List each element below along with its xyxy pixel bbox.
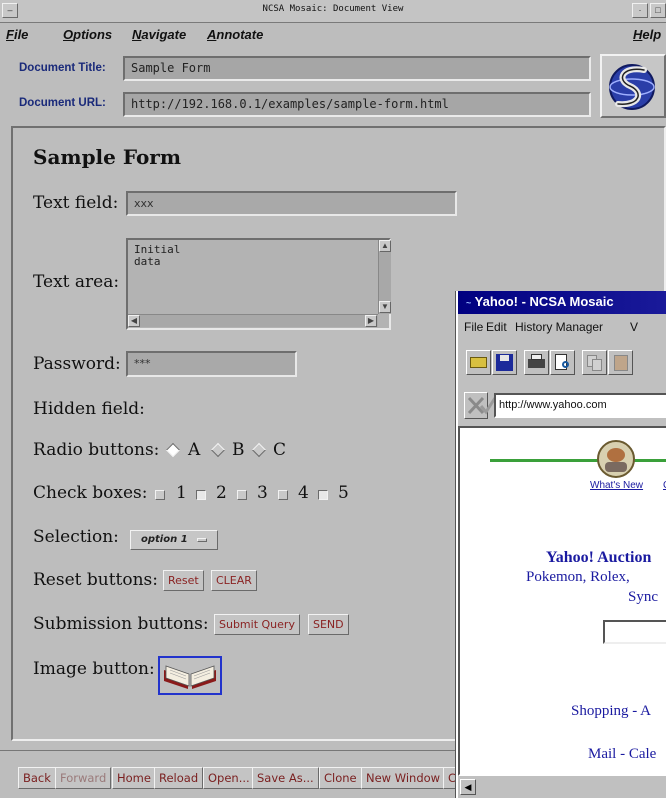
print-icon[interactable] — [524, 350, 549, 375]
document-url-label: Document URL: — [19, 97, 106, 109]
open-book-icon — [164, 665, 216, 689]
radio-a-label: A — [188, 440, 201, 460]
yahoo-horizontal-scrollbar[interactable]: ◀ — [458, 776, 666, 798]
green-rule-divider — [490, 459, 666, 462]
checkbox-2[interactable] — [196, 490, 206, 500]
clone-button[interactable]: Clone — [319, 767, 362, 789]
open-folder-icon[interactable] — [466, 350, 491, 375]
whats-new-link[interactable]: What's New — [590, 480, 643, 491]
checkbox-5-label: 5 — [338, 483, 349, 503]
yahoo-menu-file[interactable]: File — [464, 320, 483, 334]
minimize-button[interactable]: · — [632, 3, 648, 18]
checkbox-1[interactable] — [155, 490, 165, 500]
whats-new-icon[interactable] — [597, 440, 635, 478]
menu-file[interactable]: File — [6, 27, 28, 42]
copy-icon[interactable] — [582, 350, 607, 375]
selection-value: option 1 — [141, 534, 188, 545]
globe-logo-icon — [609, 64, 655, 110]
clear-button[interactable]: CLEAR — [211, 570, 257, 591]
reload-button[interactable]: Reload — [154, 767, 204, 789]
open-button[interactable]: Open... — [203, 767, 255, 789]
scroll-up-icon[interactable]: ▲ — [379, 240, 391, 252]
selection-label: Selection: — [33, 527, 119, 547]
checkbox-5[interactable] — [318, 490, 328, 500]
radio-buttons-label: Radio buttons: — [33, 440, 160, 460]
maximize-button[interactable]: □ — [650, 3, 666, 18]
mosaic-logo[interactable] — [600, 54, 666, 118]
menu-bar: File Options Navigate Annotate Help — [6, 24, 666, 46]
window-title: NCSA Mosaic: Document View — [262, 4, 404, 14]
check-boxes-label: Check boxes: — [33, 483, 148, 503]
text-area-content[interactable]: Initial data — [134, 244, 180, 268]
menu-navigate[interactable]: Navigate — [132, 27, 186, 42]
submission-buttons-label: Submission buttons: — [33, 614, 209, 634]
yahoo-menu-history-manager[interactable]: History Manager — [515, 320, 603, 334]
yahoo-menu-bar: File Edit History Manager V — [458, 316, 666, 338]
submit-query-button[interactable]: Submit Query — [214, 614, 300, 635]
scroll-down-icon[interactable]: ▼ — [379, 301, 391, 313]
print-preview-icon[interactable] — [550, 350, 575, 375]
scroll-right-icon[interactable]: ▶ — [365, 315, 377, 327]
yahoo-url-field[interactable]: http://www.yahoo.com — [494, 393, 666, 418]
auctions-sync-text[interactable]: Sync — [628, 589, 658, 606]
scroll-left-arrow-icon[interactable]: ◀ — [460, 779, 476, 795]
document-title-label: Document Title: — [19, 62, 106, 74]
document-title-field[interactable]: Sample Form — [123, 56, 591, 81]
back-button[interactable]: Back — [18, 767, 56, 789]
mail-calendar-link[interactable]: Mail - Cale — [588, 746, 656, 763]
window-titlebar[interactable]: – NCSA Mosaic: Document View · □ — [0, 0, 666, 23]
window-app-icon: ~ — [466, 298, 472, 308]
text-field-input[interactable]: xxx — [126, 191, 457, 216]
dropdown-indicator-icon — [197, 538, 207, 542]
reset-buttons-label: Reset buttons: — [33, 570, 159, 590]
shopping-link[interactable]: Shopping - A — [571, 703, 651, 720]
menu-help[interactable]: Help — [633, 27, 661, 42]
forward-button[interactable]: Forward — [55, 767, 112, 789]
save-as-button[interactable]: Save As... — [252, 767, 319, 789]
password-label: Password: — [33, 354, 121, 374]
yahoo-window-title: Yahoo! - NCSA Mosaic — [474, 294, 614, 309]
document-url-field[interactable]: http://192.168.0.1/examples/sample-form.… — [123, 92, 591, 117]
yahoo-titlebar[interactable]: ~ Yahoo! - NCSA Mosaic — [458, 291, 666, 314]
password-input[interactable]: *** — [126, 351, 297, 377]
new-window-button[interactable]: New Window — [361, 767, 446, 789]
yahoo-menu-edit[interactable]: Edit — [486, 320, 507, 334]
checkbox-3-label: 3 — [257, 483, 268, 503]
checkbox-4[interactable] — [278, 490, 288, 500]
reset-button[interactable]: Reset — [163, 570, 204, 591]
yahoo-menu-view[interactable]: V — [630, 320, 638, 334]
image-button-label: Image button: — [33, 659, 155, 679]
checkbox-3[interactable] — [237, 490, 247, 500]
send-button[interactable]: SEND — [308, 614, 349, 635]
text-area-horizontal-scrollbar[interactable]: ◀ ▶ — [128, 314, 378, 327]
auctions-categories-text[interactable]: Pokemon, Rolex, — [526, 569, 630, 586]
yahoo-page-content[interactable]: What's New C Yahoo! Auction Pokemon, Rol… — [458, 426, 666, 776]
selection-dropdown[interactable]: option 1 — [130, 530, 218, 550]
checkbox-2-label: 2 — [216, 483, 227, 503]
yahoo-auctions-link[interactable]: Yahoo! Auction — [546, 549, 651, 567]
yahoo-search-input[interactable] — [603, 620, 666, 644]
image-button[interactable] — [158, 656, 222, 695]
radio-c-label: C — [273, 440, 287, 460]
yahoo-window: ~ Yahoo! - NCSA Mosaic File Edit History… — [456, 291, 666, 798]
radio-b-label: B — [232, 440, 245, 460]
menu-annotate[interactable]: Annotate — [207, 27, 263, 42]
checkbox-4-label: 4 — [298, 483, 309, 503]
text-area-input[interactable]: Initial data ▲ ▼ ◀ ▶ — [126, 238, 391, 330]
hidden-field-label: Hidden field: — [33, 399, 145, 419]
form-heading: Sample Form — [33, 145, 181, 169]
text-area-vertical-scrollbar[interactable]: ▲ ▼ — [378, 240, 391, 314]
menu-options[interactable]: Options — [63, 27, 112, 42]
home-button[interactable]: Home — [112, 767, 156, 789]
scroll-left-icon[interactable]: ◀ — [128, 315, 140, 327]
save-disk-icon[interactable] — [492, 350, 517, 375]
text-area-label: Text area: — [33, 272, 120, 292]
text-field-label: Text field: — [33, 193, 119, 213]
paste-icon[interactable] — [608, 350, 633, 375]
checkbox-1-label: 1 — [176, 483, 187, 503]
